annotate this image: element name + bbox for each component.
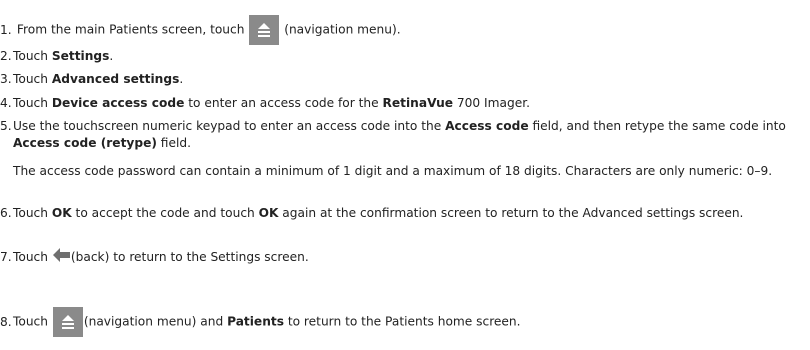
step-text: (navigation menu). xyxy=(284,22,401,37)
step-1: 1. From the main Patients screen, touch … xyxy=(0,15,804,45)
step-text: . xyxy=(109,49,114,63)
step-3: 3.Touch Advanced settings. xyxy=(0,71,804,88)
ui-term: OK xyxy=(258,206,279,220)
step-text: Touch xyxy=(13,314,48,329)
step-text: From the main Patients screen, touch xyxy=(16,22,245,37)
step-text: (navigation menu) and xyxy=(83,314,228,329)
step-text: to accept the code and touch xyxy=(71,206,259,220)
step-text: Touch xyxy=(13,250,48,264)
step-text: to return to the Patients home screen. xyxy=(283,314,521,329)
step-5: 5.Use the touchscreen numeric keypad to … xyxy=(0,118,804,152)
instruction-document: 1. From the main Patients screen, touch … xyxy=(0,0,810,350)
step-number: 8. xyxy=(0,314,12,329)
back-arrow-icon xyxy=(52,248,70,267)
step-text: Touch xyxy=(13,206,52,220)
step-text: Use the touchscreen numeric keypad to en… xyxy=(13,119,446,133)
step-8: 8.Touch (navigation menu) and Patients t… xyxy=(0,307,804,337)
step-7: 7.Touch (back) to return to the Settings… xyxy=(0,248,804,267)
step-text: Touch xyxy=(13,49,52,63)
ui-term: OK xyxy=(51,206,72,220)
ui-term: Settings xyxy=(51,49,110,63)
step-number: 5. xyxy=(0,119,12,133)
step-number: 1. xyxy=(0,22,12,37)
ui-term: Device access code xyxy=(51,96,185,110)
step-number: 4. xyxy=(0,96,12,110)
step-text: field, and then retype the same code int… xyxy=(528,119,786,133)
step-number: 7. xyxy=(0,250,12,264)
access-code-note: The access code password can contain a m… xyxy=(13,164,773,178)
step-text: Touch xyxy=(13,72,52,86)
step-text: to enter an access code for the xyxy=(184,96,383,110)
ui-term: Patients xyxy=(227,314,284,329)
navigation-menu-icon xyxy=(52,307,83,337)
step-text: (back) to return to the Settings screen. xyxy=(70,250,309,264)
step-text: . xyxy=(179,72,184,86)
step-2: 2.Touch Settings. xyxy=(0,48,804,65)
ui-term: Access code (retype) xyxy=(13,136,157,150)
ui-term: Advanced settings xyxy=(51,72,180,86)
step-4: 4.Touch Device access code to enter an a… xyxy=(0,95,804,112)
step-6: 6.Touch OK to accept the code and touch … xyxy=(0,205,804,222)
step-text: 700 Imager. xyxy=(453,96,530,110)
step-text: Touch xyxy=(13,96,52,110)
product-name: RetinaVue xyxy=(382,96,454,110)
step-text: again at the confirmation screen to retu… xyxy=(278,206,744,220)
step-number: 2. xyxy=(0,49,12,63)
step-number: 6. xyxy=(0,206,12,220)
step-text: field. xyxy=(156,136,191,150)
ui-term: Access code xyxy=(445,119,529,133)
step-number: 3. xyxy=(0,72,12,86)
navigation-menu-icon xyxy=(249,15,280,45)
